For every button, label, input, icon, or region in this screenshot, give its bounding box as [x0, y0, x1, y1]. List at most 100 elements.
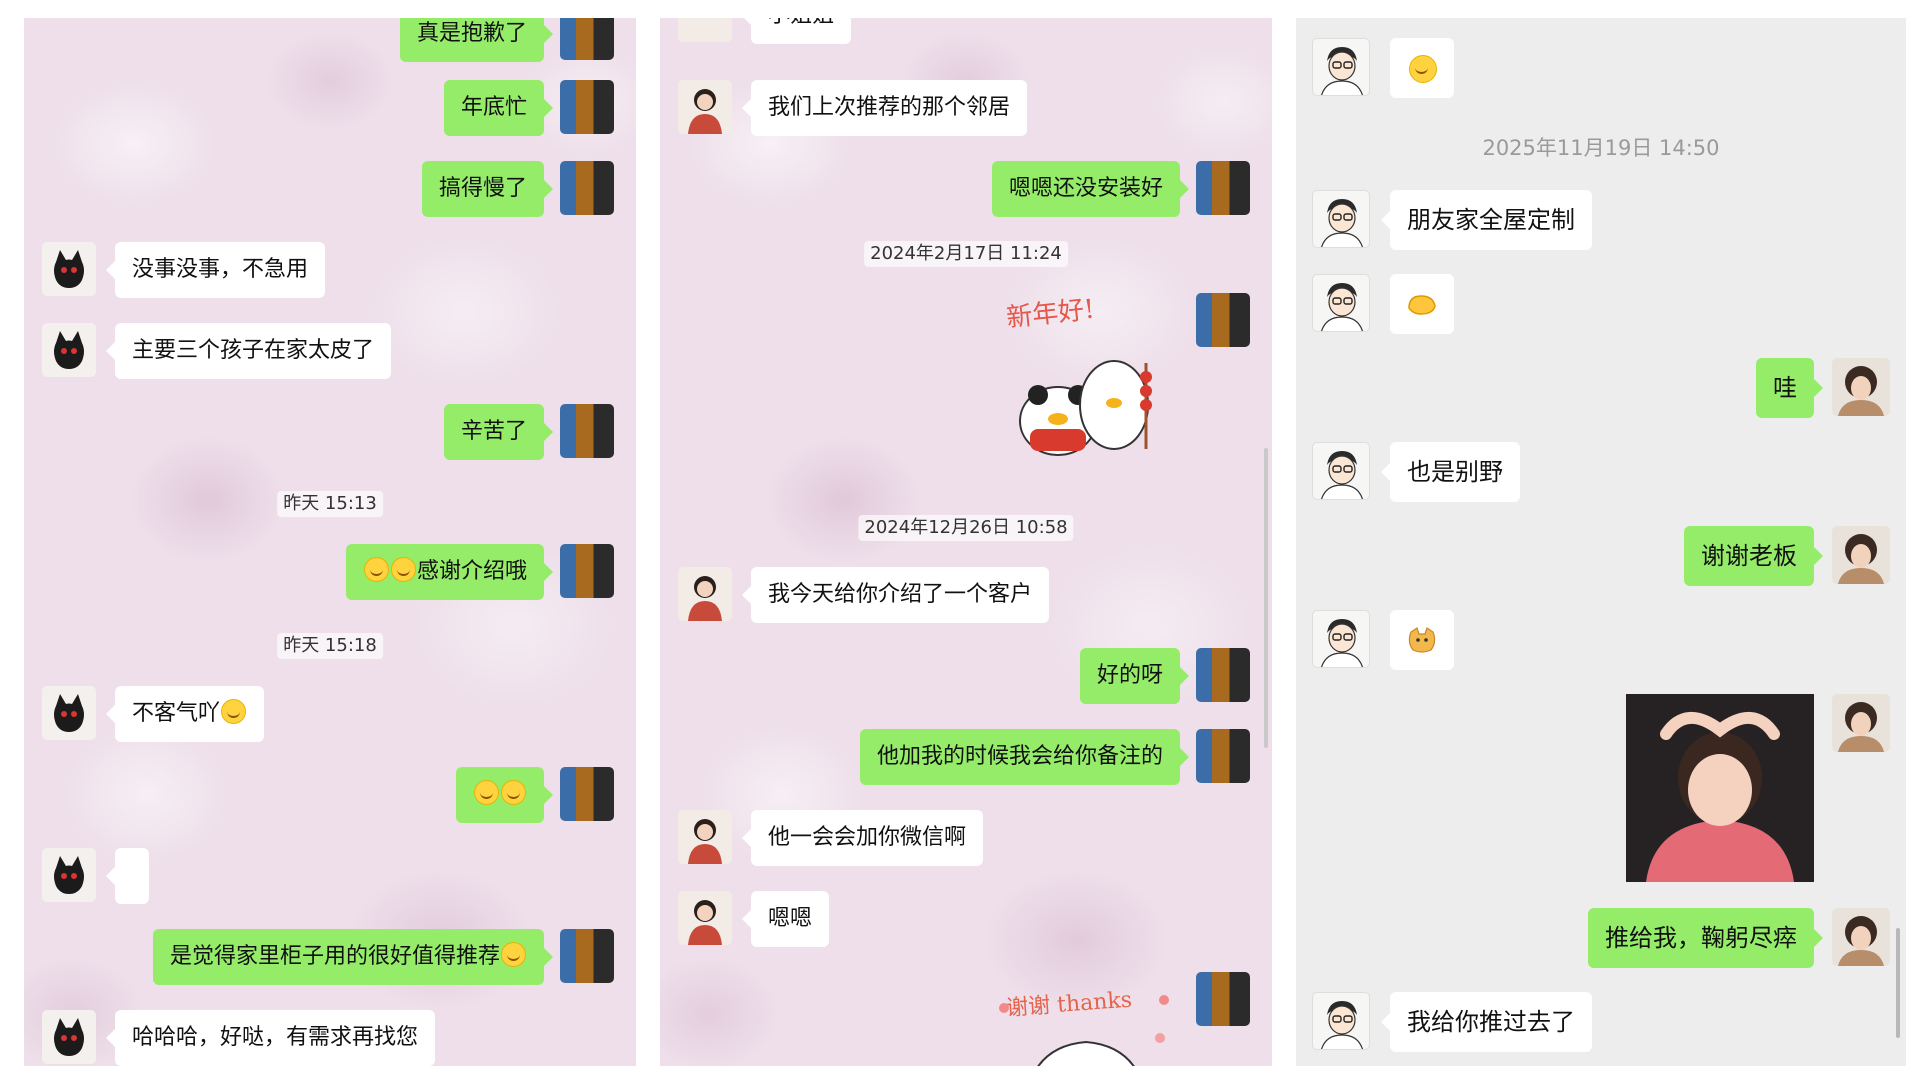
received-bubble[interactable]: 他一会会加你微信啊: [751, 810, 984, 866]
received-bubble[interactable]: 嗯嗯: [751, 891, 830, 947]
sent-bubble[interactable]: 推给我，鞠躬尽瘁: [1588, 908, 1814, 968]
city-photo-avatar[interactable]: [1196, 972, 1250, 1026]
sent-bubble[interactable]: 好的呀: [1079, 648, 1180, 704]
bubble-tail: [544, 180, 553, 198]
girl-avatar[interactable]: [678, 80, 732, 134]
sent-bubble[interactable]: 是觉得家里柜子用的很好值得推荐: [152, 929, 544, 985]
city-photo-avatar[interactable]: [560, 80, 614, 134]
message-row: 哈哈哈，好哒，有需求再找您: [24, 1010, 636, 1066]
girl-avatar-2[interactable]: [1832, 526, 1890, 584]
bubble-tail: [106, 261, 115, 279]
emoji-message[interactable]: [1390, 274, 1454, 334]
city-photo-avatar[interactable]: [560, 544, 614, 598]
timestamp: 2024年2月17日 11:24: [864, 241, 1068, 267]
thanks-sticker-image: [999, 995, 1169, 1066]
emoji-message[interactable]: [1390, 610, 1454, 670]
city-photo-avatar[interactable]: [560, 161, 614, 215]
city-photo-avatar[interactable]: [560, 18, 614, 60]
city-photo-avatar[interactable]: [560, 929, 614, 983]
man-cartoon-icon: [1321, 1001, 1363, 1049]
man-cartoon-icon: [1321, 283, 1363, 331]
girl-portrait-icon: [688, 819, 722, 864]
sent-bubble[interactable]: 谢谢老板: [1684, 526, 1814, 586]
photo-message[interactable]: [1626, 694, 1814, 882]
girl-avatar-2[interactable]: [1832, 908, 1890, 966]
bubble-tail: [106, 867, 115, 885]
girl-avatar-2[interactable]: [1832, 358, 1890, 416]
message-row: 推给我，鞠躬尽瘁: [1296, 908, 1906, 968]
received-bubble[interactable]: 不客气吖: [115, 686, 265, 742]
scrollbar[interactable]: [1896, 928, 1900, 1038]
black-cat-avatar[interactable]: [42, 686, 96, 740]
smile-emoji-icon: [363, 557, 389, 582]
sent-bubble[interactable]: 真是抱歉了: [399, 18, 544, 62]
man-avatar[interactable]: [1312, 610, 1370, 668]
black-cat-avatar[interactable]: [42, 242, 96, 296]
received-bubble[interactable]: 也是别野: [1390, 442, 1520, 502]
bubble-tail: [106, 342, 115, 360]
bubble-tail: [544, 786, 553, 804]
man-avatar[interactable]: [1312, 442, 1370, 500]
city-photo-avatar[interactable]: [560, 404, 614, 458]
man-avatar[interactable]: [1312, 274, 1370, 332]
received-bubble[interactable]: 没事没事，不急用: [115, 242, 326, 298]
received-bubble[interactable]: [115, 848, 149, 904]
city-photo-avatar[interactable]: [1196, 293, 1250, 347]
sent-bubble[interactable]: 辛苦了: [443, 404, 544, 460]
message-row: 他一会会加你微信啊: [660, 810, 1272, 866]
bubble-tail: [742, 910, 751, 928]
black-cat-avatar[interactable]: [42, 848, 96, 902]
man-avatar[interactable]: [1312, 992, 1370, 1050]
message-row: 新年好!: [660, 293, 1272, 493]
black-cat-icon: [54, 331, 84, 369]
sent-bubble[interactable]: [456, 767, 544, 823]
message-row: 小姐姐: [660, 18, 1272, 44]
chat-panel-2[interactable]: 小姐姐 我们上次推荐的那个邻居 嗯嗯还没安装好 2024年2月17日 11:24: [660, 18, 1272, 1066]
man-cartoon-icon: [1321, 619, 1363, 667]
sent-bubble[interactable]: 嗯嗯还没安装好: [991, 161, 1180, 217]
city-photo-avatar[interactable]: [1196, 161, 1250, 215]
girl-avatar[interactable]: [678, 567, 732, 621]
black-cat-avatar[interactable]: [42, 323, 96, 377]
received-bubble[interactable]: 朋友家全屋定制: [1390, 190, 1592, 250]
sent-bubble[interactable]: 年底忙: [443, 80, 544, 136]
timestamp: 昨天 15:18: [277, 633, 383, 659]
received-bubble[interactable]: 哈哈哈，好哒，有需求再找您: [115, 1010, 436, 1066]
doge-emoji-icon: [1408, 627, 1436, 653]
girl-avatar[interactable]: [678, 810, 732, 864]
message-text: 不客气吖: [132, 701, 221, 726]
sent-bubble[interactable]: 他加我的时候我会给你备注的: [859, 729, 1180, 785]
man-avatar[interactable]: [1312, 190, 1370, 248]
message-row: 没事没事，不急用: [24, 242, 636, 298]
bubble-tail: [544, 25, 553, 43]
girl-avatar[interactable]: [678, 891, 732, 945]
city-photo-avatar[interactable]: [1196, 729, 1250, 783]
received-bubble[interactable]: 小姐姐: [751, 18, 852, 44]
received-bubble[interactable]: 我今天给你介绍了一个客户: [751, 567, 1050, 623]
message-row: 主要三个孩子在家太皮了: [24, 323, 636, 379]
city-photo-avatar[interactable]: [1196, 648, 1250, 702]
new-year-sticker[interactable]: 新年好!: [996, 294, 1176, 479]
girl-avatar[interactable]: [678, 18, 732, 42]
message-row: [1296, 610, 1906, 670]
emoji-message[interactable]: [1390, 38, 1454, 98]
timestamp: 昨天 15:13: [277, 491, 383, 517]
girl-avatar-2[interactable]: [1832, 694, 1890, 752]
bubble-tail: [742, 99, 751, 117]
received-bubble[interactable]: 主要三个孩子在家太皮了: [115, 323, 392, 379]
sent-bubble[interactable]: 哇: [1756, 358, 1814, 418]
chat-panel-1[interactable]: 真是抱歉了 年底忙 搞得慢了 没事没事，不急用 主要三个孩子在家太皮了 辛苦了 …: [24, 18, 636, 1066]
scrollbar[interactable]: [1264, 448, 1268, 748]
black-cat-avatar[interactable]: [42, 1010, 96, 1064]
thanks-sticker[interactable]: 谢谢 thanks: [996, 986, 1176, 1066]
sent-bubble[interactable]: 感谢介绍哦: [345, 544, 544, 600]
sent-bubble[interactable]: 搞得慢了: [421, 161, 544, 217]
man-avatar[interactable]: [1312, 38, 1370, 96]
girl-photo-icon: [1838, 916, 1884, 966]
city-photo-avatar[interactable]: [560, 767, 614, 821]
chat-panel-3[interactable]: 2025年11月19日 14:50 朋友家全屋定制 哇 也是别野 谢谢老板 推给…: [1296, 18, 1906, 1066]
received-bubble[interactable]: 我们上次推荐的那个邻居: [751, 80, 1028, 136]
bubble-tail: [1180, 667, 1189, 685]
received-bubble[interactable]: 我给你推过去了: [1390, 992, 1592, 1052]
message-text: 感谢介绍哦: [416, 559, 527, 584]
